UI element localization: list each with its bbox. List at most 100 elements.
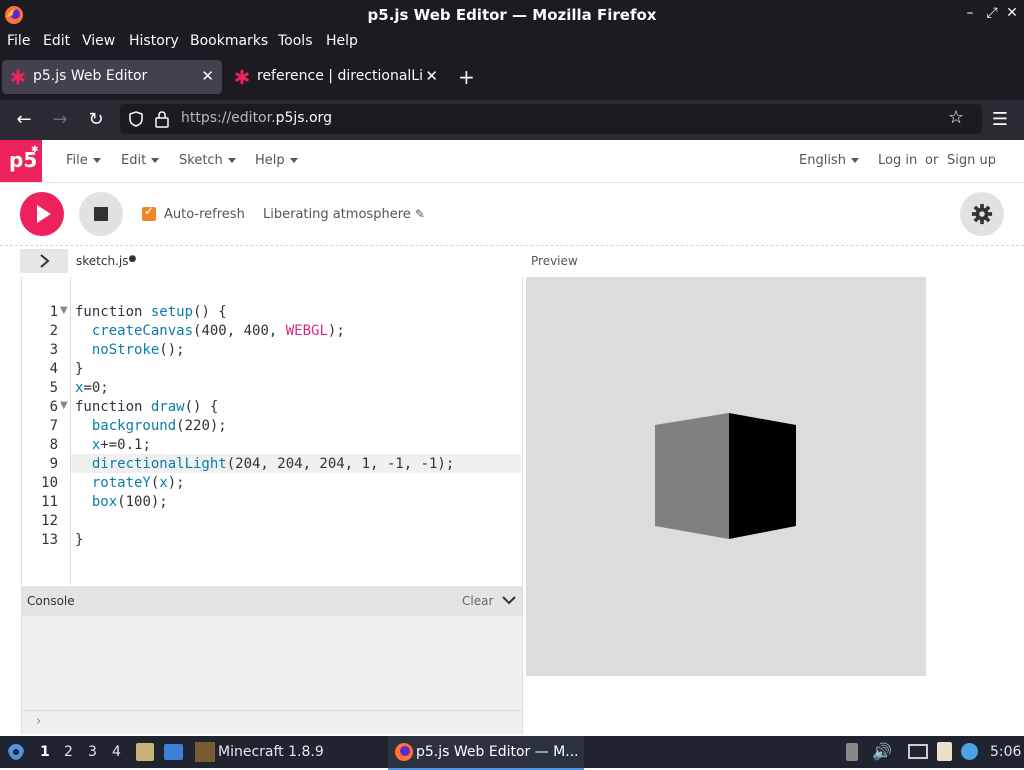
p5-asterisk-icon [235,69,249,85]
p5-menu-sketch[interactable]: Sketch [179,153,236,168]
minimize-button[interactable]: – [960,5,980,21]
console-divider [22,710,522,711]
line-number: 13 [41,532,58,548]
tab-label: reference | directionalLig [257,68,423,84]
signup-link[interactable]: Sign up [947,153,996,168]
menu-bar: File Edit View History Bookmarks Tools H… [0,30,1024,54]
line-number: 6 [49,399,58,415]
chevron-down-icon [289,158,298,163]
auto-refresh-checkbox[interactable]: ✓ [142,204,156,221]
gear-icon [971,203,993,225]
line-number: 1 [49,304,58,320]
p5-menu-help[interactable]: Help [255,153,298,168]
code-line[interactable]: noStroke(); [75,342,185,358]
new-tab-button[interactable]: + [458,65,475,89]
tab-p5-editor[interactable]: p5.js Web Editor ✕ [2,60,222,94]
menu-history[interactable]: History [129,33,179,49]
workspace-4[interactable]: 4 [112,744,121,760]
taskbar-minecraft[interactable]: Minecraft 1.8.9 [218,744,324,760]
code-line[interactable]: directionalLight(204, 204, 204, 1, -1, -… [75,456,454,472]
code-line[interactable]: } [75,361,83,377]
updates-icon[interactable] [961,743,978,760]
url-bar[interactable]: https://editor.p5js.org ☆ [120,104,982,134]
reload-icon[interactable]: ↻ [84,108,108,132]
volume-icon[interactable]: 🔊 [872,742,892,761]
menu-file[interactable]: File [7,33,30,49]
close-window-button[interactable]: ✕ [1002,5,1022,21]
shield-icon[interactable] [128,111,144,127]
pencil-icon[interactable]: ✎ [415,207,425,221]
p5-menu-file[interactable]: File [66,153,101,168]
console-clear-button[interactable]: Clear [462,594,493,608]
file-tab-sketch[interactable]: sketch.js● [76,254,136,268]
menu-view[interactable]: View [82,33,115,49]
code-line[interactable]: function setup() { [75,304,227,320]
stop-button[interactable] [79,192,123,236]
stop-icon [94,207,108,221]
line-number: 4 [49,361,58,377]
code-line[interactable]: rotateY(x); [75,475,185,491]
code-line[interactable]: x+=0.1; [75,437,151,453]
code-line[interactable]: background(220); [75,418,227,434]
chevron-down-icon [227,158,236,163]
menu-tools[interactable]: Tools [278,33,313,49]
preview-canvas[interactable] [526,277,926,676]
restore-button[interactable]: ⤢ [982,5,1002,21]
console-prompt-icon[interactable]: › [36,714,41,729]
workspace-1[interactable]: 1 [40,744,50,760]
tab-reference[interactable]: reference | directionalLig ✕ [226,60,446,94]
p5-menu-edit[interactable]: Edit [121,153,160,168]
play-button[interactable] [20,192,64,236]
file-manager-icon[interactable] [136,743,154,761]
menu-bookmarks[interactable]: Bookmarks [190,33,268,49]
tab-close-icon[interactable]: ✕ [201,67,214,85]
preview-label: Preview [531,254,578,268]
language-selector[interactable]: English [799,153,859,168]
bookmark-star-icon[interactable]: ☆ [948,107,964,128]
line-number: 3 [49,342,58,358]
console-header: Console Clear [22,586,522,616]
fold-arrow-icon[interactable]: ▼ [60,305,68,316]
or-text: or [925,153,939,168]
chevron-down-icon[interactable] [502,594,516,606]
start-menu-icon[interactable] [6,743,26,761]
line-number: 8 [49,437,58,453]
code-line[interactable]: function draw() { [75,399,218,415]
code-line[interactable]: x=0; [75,380,109,396]
chevron-down-icon [92,158,101,163]
url-text[interactable]: https://editor.p5js.org [181,110,332,126]
back-arrow-icon[interactable]: ← [12,108,36,132]
tab-close-icon[interactable]: ✕ [425,67,438,85]
forward-arrow-icon[interactable]: → [48,108,72,132]
code-line[interactable]: box(100); [75,494,168,510]
clock[interactable]: 5:06 [990,744,1021,760]
firefox-logo-icon [395,743,413,761]
tab-strip: p5.js Web Editor ✕ reference | direction… [0,54,1024,100]
sketch-name[interactable]: Liberating atmosphere ✎ [263,207,425,222]
settings-button[interactable] [960,192,1004,236]
unsaved-dot-icon: ● [128,254,137,264]
window-titlebar: p5.js Web Editor — Mozilla Firefox – ⤢ ✕ [0,0,1024,30]
lock-icon[interactable] [154,110,170,128]
workspace-3[interactable]: 3 [88,744,97,760]
menu-edit[interactable]: Edit [43,33,70,49]
p5-logo[interactable]: p5 ✱ [0,140,42,182]
sidebar-toggle-button[interactable] [20,249,68,273]
code-line[interactable]: createCanvas(400, 400, WEBGL); [75,323,345,339]
battery-icon[interactable] [846,743,858,761]
clipboard-icon[interactable] [937,742,952,761]
line-number: 9 [49,456,58,472]
network-icon[interactable] [908,744,928,759]
terminal-icon[interactable] [164,744,183,760]
checkmark-icon: ✓ [144,204,155,218]
menu-help[interactable]: Help [326,33,358,49]
hamburger-menu-icon[interactable]: ☰ [988,108,1012,132]
fold-arrow-icon[interactable]: ▼ [60,400,68,411]
chevron-down-icon [151,158,160,163]
login-link[interactable]: Log in [878,153,917,168]
taskbar-firefox[interactable]: p5.js Web Editor — M... [388,736,584,770]
code-editor[interactable]: 1 2 3 4 5 6 7 8 9 10 11 12 13 ▼ ▼ functi… [21,277,523,585]
play-icon [37,205,51,223]
code-line[interactable]: } [75,532,83,548]
workspace-2[interactable]: 2 [64,744,73,760]
